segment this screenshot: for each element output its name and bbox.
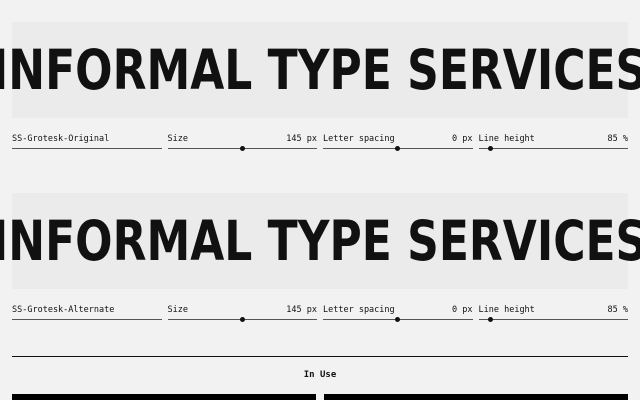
letter-spacing-label: Letter spacing: [323, 134, 395, 144]
line-height-slider[interactable]: Line height 85 %: [478, 133, 628, 151]
letter-spacing-slider[interactable]: Letter spacing 0 px: [323, 133, 473, 151]
section-divider: [12, 356, 628, 357]
line-height-slider[interactable]: Line height 85 %: [478, 304, 628, 322]
line-height-value: 85 %: [607, 305, 628, 315]
specimen-preview-alternate[interactable]: INFORMAL TYPE SERVICES: [0, 193, 640, 289]
specimen-preview-original[interactable]: INFORMAL TYPE SERVICES: [0, 22, 640, 118]
controls-row-alternate: SS-Grotesk-Alternate Size 145 px Letter …: [12, 304, 628, 322]
size-label: Size: [167, 305, 188, 315]
size-slider-thumb[interactable]: [239, 317, 245, 322]
size-value: 145 px: [286, 305, 317, 315]
line-height-slider-thumb[interactable]: [487, 146, 493, 151]
specimen-text[interactable]: INFORMAL TYPE SERVICES: [0, 42, 640, 98]
line-height-label: Line height: [478, 305, 535, 315]
size-slider[interactable]: Size 145 px: [167, 304, 317, 322]
font-name-label: SS-Grotesk-Original: [12, 134, 110, 144]
size-label: Size: [167, 134, 188, 144]
letter-spacing-slider-thumb[interactable]: [395, 146, 401, 151]
in-use-card[interactable]: [324, 394, 628, 400]
line-height-slider-thumb[interactable]: [487, 317, 493, 322]
in-use-card[interactable]: [12, 394, 316, 400]
size-value: 145 px: [286, 134, 317, 144]
font-name-field[interactable]: SS-Grotesk-Original: [12, 133, 162, 149]
letter-spacing-slider-thumb[interactable]: [395, 317, 401, 322]
size-slider-thumb[interactable]: [239, 146, 245, 151]
in-use-title: In Use: [303, 370, 337, 380]
letter-spacing-value: 0 px: [452, 305, 473, 315]
letter-spacing-slider[interactable]: Letter spacing 0 px: [323, 304, 473, 322]
line-height-label: Line height: [478, 134, 535, 144]
font-name-field[interactable]: SS-Grotesk-Alternate: [12, 304, 162, 320]
size-slider[interactable]: Size 145 px: [167, 133, 317, 151]
specimen-text[interactable]: INFORMAL TYPE SERVICES: [0, 213, 640, 269]
letter-spacing-label: Letter spacing: [323, 305, 395, 315]
font-name-label: SS-Grotesk-Alternate: [12, 305, 115, 315]
controls-row-original: SS-Grotesk-Original Size 145 px Letter s…: [12, 133, 628, 151]
line-height-value: 85 %: [607, 134, 628, 144]
letter-spacing-value: 0 px: [452, 134, 473, 144]
